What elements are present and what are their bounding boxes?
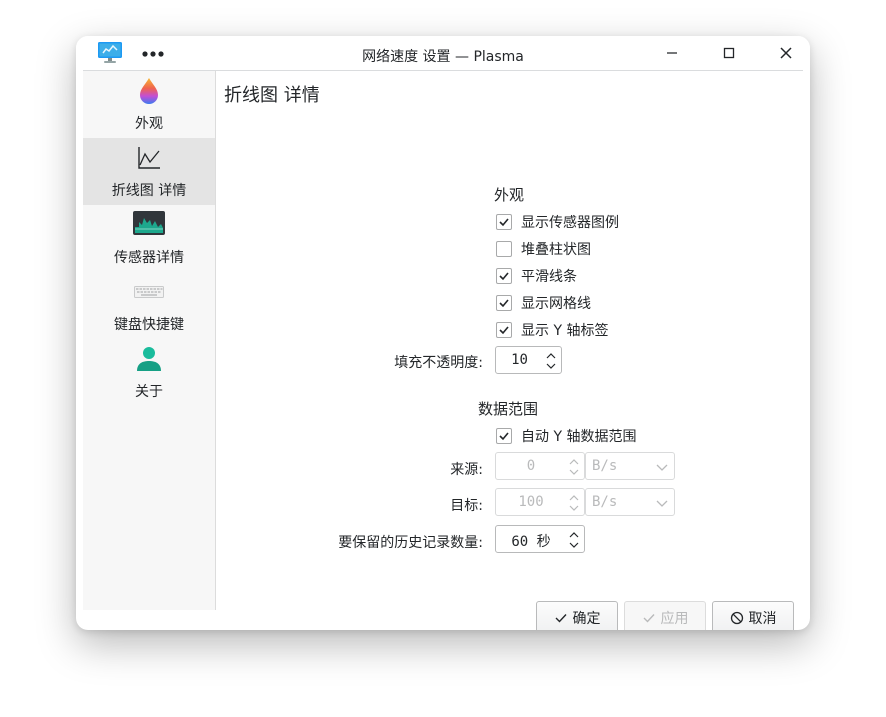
auto-y-range-label: 自动 Y 轴数据范围: [521, 429, 637, 445]
system-monitor-icon: [133, 210, 165, 240]
sidebar-item-sensor-details[interactable]: 传感器详情: [83, 205, 215, 272]
spin-arrows-icon[interactable]: [568, 456, 580, 478]
appearance-heading: 外观: [494, 186, 525, 204]
chevron-down-icon: [656, 497, 668, 513]
user-icon: [134, 344, 164, 374]
checkmark-icon: [499, 326, 509, 335]
to-unit-select[interactable]: B/s: [585, 488, 675, 516]
appearance-drop-icon: [134, 76, 164, 106]
settings-window: 网络速度 设置 — Plasma 外观 折线图 详情 传感器详情 键盘快捷键 关…: [76, 36, 810, 630]
checkmark-icon: [554, 611, 568, 625]
sidebar-item-label: 传感器详情: [114, 250, 184, 266]
sidebar-item-appearance[interactable]: 外观: [83, 71, 215, 138]
smooth-lines-checkbox[interactable]: [496, 268, 512, 284]
show-y-labels-checkbox[interactable]: [496, 322, 512, 338]
checkmark-icon: [642, 611, 656, 625]
history-amount-value: 60 秒: [511, 534, 551, 550]
spin-arrows-icon[interactable]: [568, 492, 580, 514]
show-legend-label: 显示传感器图例: [521, 215, 619, 231]
line-chart-icon: [134, 143, 164, 173]
to-spinbox[interactable]: 100: [495, 488, 585, 516]
minimize-button[interactable]: [661, 43, 683, 63]
stack-bars-label: 堆叠柱状图: [521, 242, 591, 258]
fill-opacity-value: 10: [511, 352, 528, 368]
show-grid-checkbox[interactable]: [496, 295, 512, 311]
show-legend-checkbox[interactable]: [496, 214, 512, 230]
auto-y-range-checkbox[interactable]: [496, 428, 512, 444]
apply-button[interactable]: 应用: [624, 601, 706, 630]
page-title: 折线图 详情: [224, 85, 320, 106]
chevron-down-icon: [656, 461, 668, 477]
sidebar-item-label: 折线图 详情: [111, 183, 187, 199]
cancel-button[interactable]: 取消: [712, 601, 794, 630]
fill-opacity-spinbox[interactable]: 10: [495, 346, 562, 374]
sidebar-item-label: 关于: [135, 384, 163, 400]
sidebar-item-label: 外观: [135, 116, 163, 132]
close-icon: [780, 47, 792, 59]
close-button[interactable]: [775, 43, 797, 63]
from-spinbox[interactable]: 0: [495, 452, 585, 480]
ok-button[interactable]: 确定: [536, 601, 618, 630]
to-unit-value: B/s: [592, 494, 618, 510]
title-bar: 网络速度 设置 — Plasma: [76, 36, 810, 70]
smooth-lines-label: 平滑线条: [521, 269, 577, 285]
from-label: 来源:: [450, 462, 483, 478]
from-value: 0: [526, 458, 536, 474]
from-unit-select[interactable]: B/s: [585, 452, 675, 480]
sidebar-item-about[interactable]: 关于: [83, 339, 215, 406]
sidebar-item-label: 键盘快捷键: [114, 317, 184, 333]
from-unit-value: B/s: [592, 458, 618, 474]
maximize-icon: [723, 47, 735, 59]
show-y-labels-label: 显示 Y 轴标签: [521, 323, 609, 339]
history-amount-label: 要保留的历史记录数量:: [338, 535, 483, 551]
checkmark-icon: [499, 432, 509, 441]
keyboard-icon: [134, 277, 164, 307]
show-grid-label: 显示网格线: [521, 296, 591, 312]
checkmark-icon: [499, 272, 509, 281]
sidebar-item-keyboard-shortcuts[interactable]: 键盘快捷键: [83, 272, 215, 339]
spin-arrows-icon[interactable]: [545, 350, 557, 372]
maximize-button[interactable]: [718, 43, 740, 63]
data-range-heading: 数据范围: [478, 400, 539, 418]
apply-button-label: 应用: [660, 611, 689, 627]
to-value: 100: [518, 494, 544, 510]
main-content: 折线图 详情 外观 显示传感器图例 堆叠柱状图 平滑线条 显示网格线 显示 Y …: [216, 71, 810, 630]
to-label: 目标:: [450, 498, 483, 514]
history-amount-spinbox[interactable]: 60 秒: [495, 525, 585, 553]
ok-button-label: 确定: [572, 611, 601, 627]
checkmark-icon: [499, 218, 509, 227]
spin-arrows-icon[interactable]: [568, 529, 580, 551]
window-title: 网络速度 设置 — Plasma: [362, 49, 524, 65]
sidebar-item-line-chart[interactable]: 折线图 详情: [83, 138, 215, 205]
cancel-icon: [730, 611, 744, 625]
minimize-icon: [667, 52, 677, 54]
checkmark-icon: [499, 299, 509, 308]
cancel-button-label: 取消: [748, 611, 777, 627]
stack-bars-checkbox[interactable]: [496, 241, 512, 257]
sidebar: 外观 折线图 详情 传感器详情 键盘快捷键 关于: [83, 71, 216, 610]
fill-opacity-label: 填充不透明度:: [394, 355, 483, 371]
